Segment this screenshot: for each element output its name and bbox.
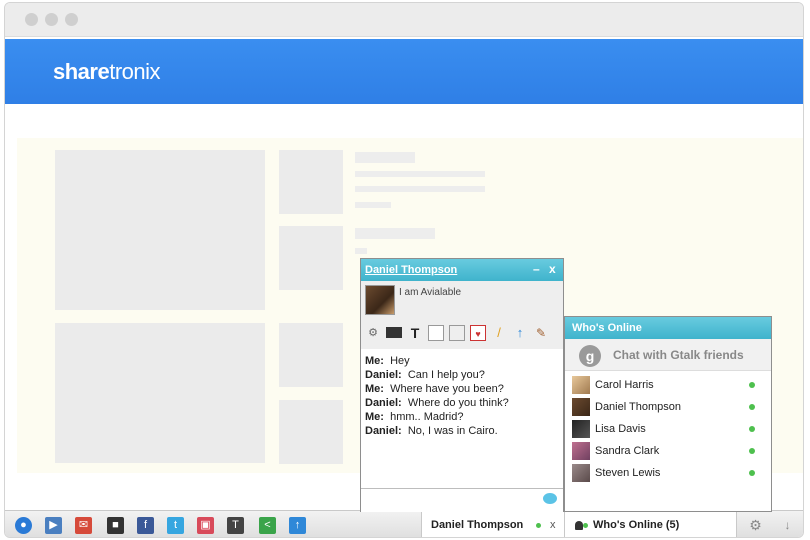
site-logo[interactable]: sharetronix [53,59,161,85]
site-header: sharetronix [5,39,803,104]
text-placeholder [355,248,367,254]
speech-bubble-icon[interactable] [543,493,557,504]
thumb-placeholder [279,226,343,290]
avatar [365,285,395,315]
upload-arrow-icon[interactable]: ↑ [289,517,306,534]
image-placeholder [55,323,265,463]
gear-icon[interactable]: ⚙ [747,517,764,534]
chat-messages: Me: Hey Daniel: Can I help you? Me: Wher… [365,355,561,439]
whos-online-panel: Who's Online g Chat with Gtalk friends C… [564,316,772,512]
window-minimize-dot[interactable] [45,13,58,26]
contact-status: I am Avialable [399,287,462,298]
video-icon[interactable]: ▶ [45,517,62,534]
user-icon [575,521,583,530]
chat-message: Daniel: Can I help you? [365,369,485,381]
bottom-bar: ● ▶ ✉ ■ f t ▣ T < ↑ Daniel Thompson x Wh… [5,510,803,537]
chat-tab-label: Daniel Thompson [431,519,524,531]
online-status-dot [536,523,541,528]
chat-tab-daniel[interactable]: Daniel Thompson x [421,511,565,537]
friend-name: Steven Lewis [595,467,661,479]
photo-icon[interactable]: ▣ [197,517,214,534]
megaphone-icon[interactable]: ✉ [75,517,92,534]
window-close-dot[interactable] [25,13,38,26]
invader-icon[interactable]: ■ [107,517,124,534]
online-status-dot [749,382,755,388]
pencil-icon[interactable]: / [491,325,507,341]
thumb-placeholder [279,400,343,464]
collapse-icon[interactable]: ↓ [779,517,796,534]
avatar [572,442,590,460]
friend-name: Lisa Davis [595,423,646,435]
chat-contact-info: I am Avialable ⚙ T ♥ / ↑ ✎ [361,281,563,349]
friend-item[interactable]: Daniel Thompson [569,397,765,417]
minimize-button[interactable]: – [533,262,540,276]
share-icon[interactable]: < [259,517,276,534]
text-placeholder [355,202,391,208]
facebook-icon[interactable]: f [137,517,154,534]
card-icon[interactable]: ♥ [470,325,486,341]
globe-icon[interactable]: ● [15,517,32,534]
chat-message: Daniel: Where do you think? [365,397,509,409]
chat-message: Me: Hey [365,355,410,367]
close-chat-tab-button[interactable]: x [550,519,556,531]
online-status-dot [749,448,755,454]
clipboard-icon[interactable] [449,325,465,341]
online-status-dot [749,426,755,432]
friend-name: Carol Harris [595,379,654,391]
chat-message: Me: Where have you been? [365,383,504,395]
upload-icon[interactable]: ↑ [512,325,528,341]
chat-message: Me: hmm.. Madrid? [365,411,464,423]
avatar [572,420,590,438]
avatar [572,464,590,482]
broom-icon[interactable]: ✎ [533,325,549,341]
thumb-placeholder [279,323,343,387]
friend-item[interactable]: Steven Lewis [569,463,765,483]
chat-header: Daniel Thompson – x [361,259,563,281]
friend-item[interactable]: Lisa Davis [569,419,765,439]
friend-name: Sandra Clark [595,445,660,457]
avatar [572,376,590,394]
online-status-dot [583,523,588,528]
text-icon[interactable]: T [227,517,244,534]
close-button[interactable]: x [549,262,556,276]
friend-name: Daniel Thompson [595,401,682,413]
online-title: Who's Online [572,322,642,334]
text-placeholder [355,186,485,192]
window-titlebar [5,3,803,37]
note-icon[interactable] [428,325,444,341]
window-maximize-dot[interactable] [65,13,78,26]
settings-icon[interactable]: ⚙ [365,325,381,341]
image-placeholder [55,150,265,310]
thumb-placeholder [279,150,343,214]
friend-item[interactable]: Sandra Clark [569,441,765,461]
online-status-dot [749,470,755,476]
gtalk-connect[interactable]: g Chat with Gtalk friends [565,339,771,371]
screen-icon[interactable] [386,327,402,338]
whos-online-tab[interactable]: Who's Online (5) [565,511,737,537]
chat-window: Daniel Thompson – x I am Avialable ⚙ T ♥… [360,258,564,512]
gtalk-label: Chat with Gtalk friends [613,348,744,362]
twitter-icon[interactable]: t [167,517,184,534]
text-placeholder [355,171,485,177]
google-icon: g [579,345,601,367]
whos-online-tab-label: Who's Online (5) [593,519,680,531]
online-header: Who's Online [565,317,771,339]
text-placeholder [355,152,415,163]
chat-message: Daniel: No, I was in Cairo. [365,425,498,437]
text-placeholder [355,228,435,239]
friend-item[interactable]: Carol Harris [569,375,765,395]
avatar [572,398,590,416]
message-input[interactable] [361,488,563,512]
online-status-dot [749,404,755,410]
font-icon[interactable]: T [407,325,423,341]
chat-contact-name[interactable]: Daniel Thompson [365,264,457,276]
